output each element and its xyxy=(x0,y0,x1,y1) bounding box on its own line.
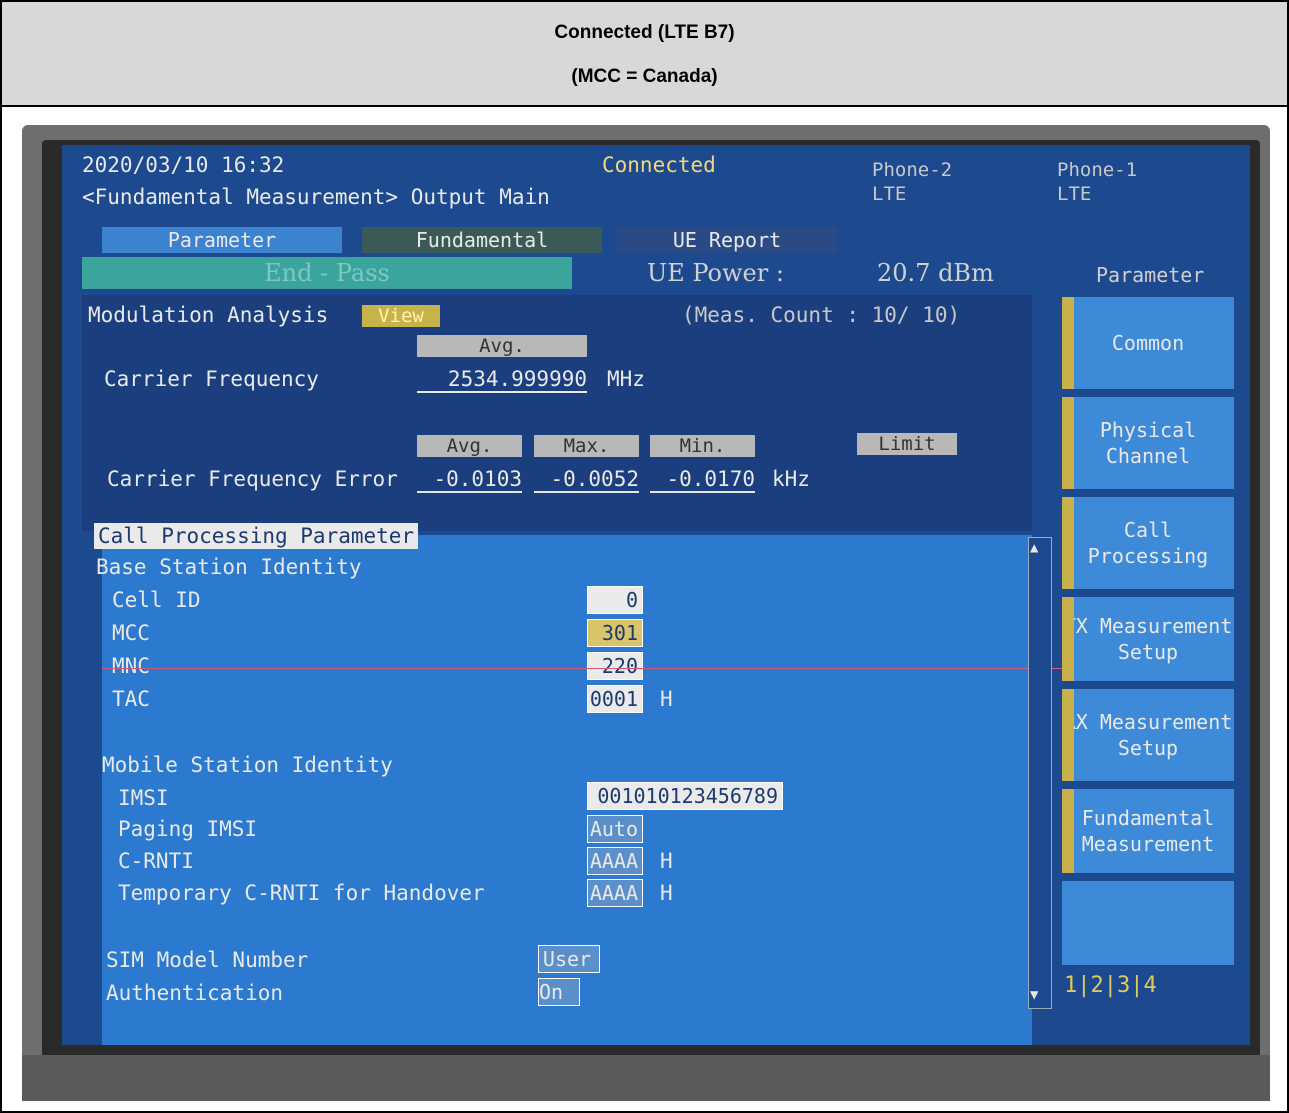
tac-field[interactable]: 0001 xyxy=(587,685,643,713)
menu-fundamental-measurement[interactable]: Fundamental Measurement xyxy=(1062,789,1234,873)
screen-photo: 2020/03/10 16:32 Connected <Fundamental … xyxy=(22,125,1270,1101)
mcc-field[interactable]: 301 xyxy=(587,619,643,647)
sim-model-label: SIM Model Number xyxy=(106,948,309,972)
cfe-min: -0.0170 xyxy=(650,467,755,493)
phone2-tech: LTE xyxy=(872,183,907,205)
scrollbar[interactable] xyxy=(1028,537,1052,1009)
view-button[interactable]: View xyxy=(362,305,440,327)
carrier-frequency-error-label: Carrier Frequency Error xyxy=(107,467,398,491)
right-menu-title: Parameter xyxy=(1096,263,1205,287)
tab-parameter[interactable]: Parameter xyxy=(102,227,342,253)
menu-tx-measurement-setup[interactable]: TX Measurement Setup xyxy=(1062,597,1234,681)
tac-unit: H xyxy=(660,687,673,711)
menu-rx-measurement-setup[interactable]: RX Measurement Setup xyxy=(1062,689,1234,781)
limit-button[interactable]: Limit xyxy=(857,433,957,455)
c-rnti-unit: H xyxy=(660,849,673,873)
sim-model-field[interactable]: User xyxy=(538,945,600,973)
tab-fundamental[interactable]: Fundamental xyxy=(362,227,602,253)
monitor-base xyxy=(22,1055,1270,1101)
carrier-frequency-label: Carrier Frequency xyxy=(104,367,319,391)
screen-title: <Fundamental Measurement> Output Main xyxy=(82,185,550,209)
menu-call-processing[interactable]: Call Processing xyxy=(1062,497,1234,589)
tab-ue-report[interactable]: UE Report xyxy=(617,227,837,253)
cell-id-label: Cell ID xyxy=(112,588,201,612)
c-rnti-label: C-RNTI xyxy=(118,849,194,873)
tag-icon xyxy=(1062,497,1074,589)
paging-imsi-label: Paging IMSI xyxy=(118,817,258,841)
measurement-state: End - Pass xyxy=(82,257,572,289)
min-header-error: Min. xyxy=(650,435,755,457)
avg-header-carrier: Avg. xyxy=(417,335,587,357)
carrier-frequency-value: 2534.999990 xyxy=(417,367,587,393)
imsi-field[interactable]: 001010123456789 xyxy=(587,782,783,810)
max-header-error: Max. xyxy=(534,435,639,457)
phone1-label[interactable]: Phone-1 xyxy=(1057,159,1137,181)
bs-identity-heading: Base Station Identity xyxy=(96,555,362,579)
tac-label: TAC xyxy=(112,687,150,711)
temp-c-rnti-label: Temporary C-RNTI for Handover xyxy=(118,881,485,905)
cfe-avg: -0.0103 xyxy=(417,467,522,493)
connection-status: Connected xyxy=(602,153,716,177)
page-selector[interactable]: 1|2|3|4 xyxy=(1064,973,1157,998)
ue-power-value: 20.7 dBm xyxy=(877,259,994,287)
imsi-label: IMSI xyxy=(118,786,169,810)
carrier-frequency-unit: MHz xyxy=(607,367,645,391)
caption-subtitle: (MCC = Canada) xyxy=(571,66,718,87)
menu-common[interactable]: Common xyxy=(1062,297,1234,389)
tag-icon xyxy=(1062,689,1074,781)
tag-icon xyxy=(1062,789,1074,873)
cfe-max: -0.0052 xyxy=(534,467,639,493)
phone2-label[interactable]: Phone-2 xyxy=(872,159,952,181)
mnc-field[interactable]: 220 xyxy=(587,652,643,680)
tag-icon xyxy=(1062,397,1074,489)
scroll-up-icon[interactable]: ▲ xyxy=(1030,540,1038,556)
temp-c-rnti-unit: H xyxy=(660,881,673,905)
ue-power-label: UE Power : xyxy=(647,259,784,287)
scroll-down-icon[interactable]: ▼ xyxy=(1030,987,1038,1003)
tag-icon xyxy=(1062,297,1074,389)
caption-title: Connected (LTE B7) xyxy=(554,22,735,43)
avg-header-error: Avg. xyxy=(417,435,522,457)
mnc-label: MNC xyxy=(112,654,150,678)
call-processing-title: Call Processing Parameter xyxy=(94,523,419,549)
phone1-tech: LTE xyxy=(1057,183,1092,205)
authentication-label: Authentication xyxy=(106,981,284,1005)
modulation-analysis-title: Modulation Analysis xyxy=(88,303,329,327)
datetime: 2020/03/10 16:32 xyxy=(82,153,285,177)
cell-id-field[interactable]: 0 xyxy=(587,586,643,614)
cfe-unit: kHz xyxy=(772,467,810,491)
mcc-highlight-line xyxy=(102,668,1062,669)
instrument-screen: 2020/03/10 16:32 Connected <Fundamental … xyxy=(62,145,1250,1045)
authentication-field[interactable]: On xyxy=(538,978,580,1006)
caption-header: Connected (LTE B7) (MCC = Canada) xyxy=(2,2,1287,107)
mcc-label: MCC xyxy=(112,621,150,645)
meas-count: (Meas. Count : 10/ 10) xyxy=(682,303,961,327)
menu-blank[interactable] xyxy=(1062,881,1234,965)
temp-c-rnti-field[interactable]: AAAA xyxy=(587,879,643,907)
paging-imsi-field[interactable]: Auto xyxy=(587,815,643,843)
tag-icon xyxy=(1062,597,1074,681)
menu-physical-channel[interactable]: Physical Channel xyxy=(1062,397,1234,489)
c-rnti-field[interactable]: AAAA xyxy=(587,847,643,875)
ms-identity-heading: Mobile Station Identity xyxy=(102,753,393,777)
outer-frame: Connected (LTE B7) (MCC = Canada) 2020/0… xyxy=(0,0,1289,1113)
